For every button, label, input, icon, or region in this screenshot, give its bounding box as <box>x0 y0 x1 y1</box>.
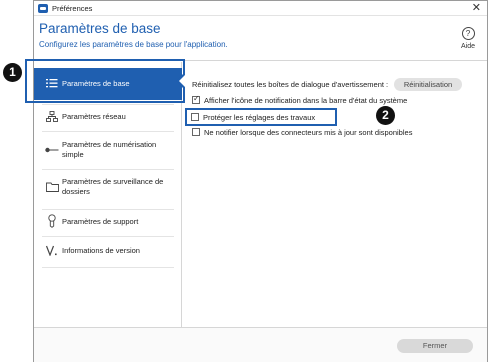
scan-icon <box>45 145 59 157</box>
sidebar-item-network-settings[interactable]: Paramètres réseau <box>34 106 182 128</box>
sidebar-item-folder-monitoring-settings[interactable]: Paramètres de surveillance de dossiers <box>34 171 182 207</box>
sidebar-item-simple-scan-settings[interactable]: Paramètres de numérisation simple <box>34 133 182 167</box>
reset-button[interactable]: Réinitialisation <box>394 78 462 91</box>
sidebar-item-label: Paramètres de support <box>62 217 139 226</box>
active-item-highlight <box>25 59 185 103</box>
help-label: Aide <box>460 43 475 50</box>
sidebar-item-label: Paramètres de numérisation simple <box>62 140 157 159</box>
main-content: Réinitialisez toutes les boîtes de dialo… <box>183 62 487 327</box>
page-title: Paramètres de base <box>39 21 161 36</box>
notification-icon-label: Afficher l'icône de notification dans la… <box>204 96 408 105</box>
sidebar-item-label: Paramètres réseau <box>62 112 126 121</box>
help-button[interactable]: ? Aide <box>457 27 479 50</box>
page-subtitle: Configurez les paramètres de base pour l… <box>39 40 228 49</box>
divider <box>42 131 174 132</box>
close-icon[interactable]: ✕ <box>472 2 481 14</box>
folder-icon <box>45 182 59 194</box>
highlight-pointer-inner <box>179 75 185 87</box>
network-icon <box>45 111 59 123</box>
divider <box>42 267 174 268</box>
reset-dialogs-label: Réinitialisez toutes les boîtes de dialo… <box>192 80 389 89</box>
divider <box>42 236 174 237</box>
title-bar: Préférences ✕ <box>34 1 487 16</box>
window-title: Préférences <box>52 4 93 13</box>
update-notify-checkbox[interactable] <box>192 128 200 136</box>
divider <box>42 169 174 170</box>
sidebar-item-version-info[interactable]: Informations de version <box>34 238 182 264</box>
support-icon <box>45 214 59 228</box>
update-notify-label: Ne notifier lorsque des connecteurs mis … <box>204 128 413 137</box>
sidebar-item-support-settings[interactable]: Paramètres de support <box>34 211 182 233</box>
version-icon <box>45 245 59 257</box>
footer: Fermer <box>34 327 487 362</box>
protect-settings-checkbox[interactable] <box>191 113 199 121</box>
close-button[interactable]: Fermer <box>397 339 473 353</box>
preferences-window: Préférences ✕ Paramètres de base Configu… <box>33 0 488 362</box>
protect-settings-callout-box: Protéger les réglages des travaux <box>185 108 337 126</box>
callout-badge-1: 1 <box>3 63 22 82</box>
sidebar-item-label: Paramètres de surveillance de dossiers <box>62 177 164 196</box>
help-icon: ? <box>461 27 475 40</box>
divider <box>42 209 174 210</box>
divider <box>42 104 174 105</box>
sidebar-item-label: Informations de version <box>62 246 140 255</box>
app-icon <box>38 4 48 13</box>
protect-settings-label: Protéger les réglages des travaux <box>203 113 316 122</box>
page-header: Paramètres de base Configurez les paramè… <box>34 17 487 61</box>
notification-icon-checkbox[interactable] <box>192 94 200 104</box>
callout-badge-2: 2 <box>376 106 395 125</box>
